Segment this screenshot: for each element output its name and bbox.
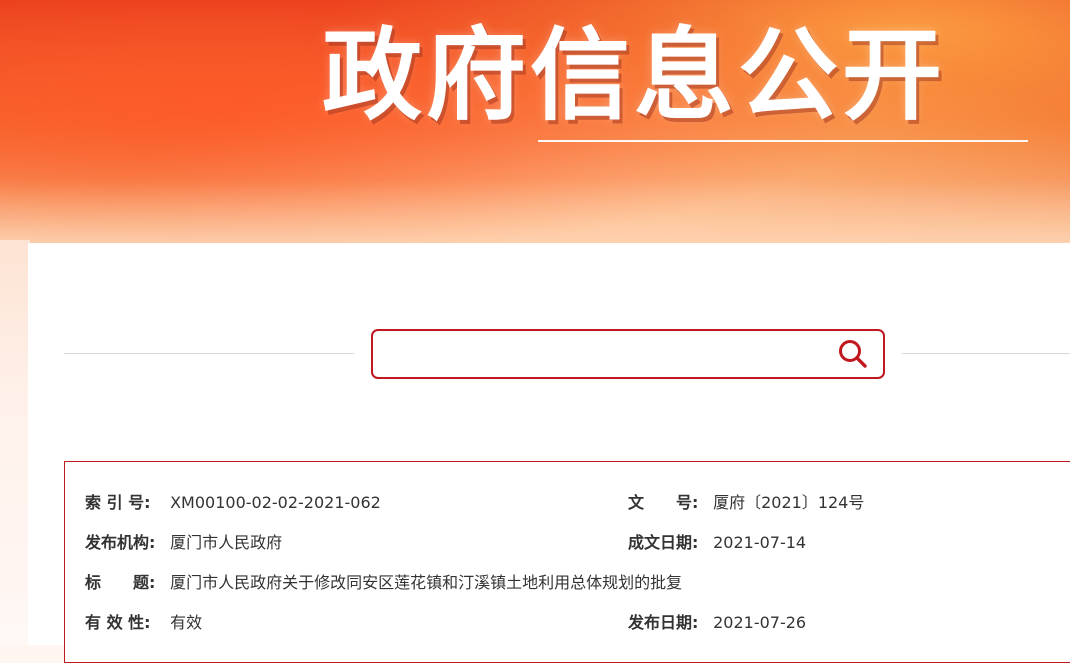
search-divider-left <box>64 353 354 354</box>
info-row-validity: 有 效 性: 有效 <box>85 611 202 635</box>
info-row-publish-date: 发布日期: 2021-07-26 <box>628 611 806 635</box>
publish-date-value: 2021-07-26 <box>713 613 807 632</box>
validity-value: 有效 <box>170 613 203 632</box>
subject-value: 厦门市人民政府关于修改同安区莲花镇和汀溪镇土地利用总体规划的批复 <box>170 573 683 592</box>
issuer-value: 厦门市人民政府 <box>170 533 283 552</box>
index-label: 索 引 号: <box>85 493 151 512</box>
publish-date-label: 发布日期: <box>628 613 699 632</box>
index-value: XM00100-02-02-2021-062 <box>170 493 381 512</box>
search-box <box>371 329 885 379</box>
issuer-label: 发布机构: <box>85 533 156 552</box>
search-button[interactable] <box>833 336 873 372</box>
info-row-issuer: 发布机构: 厦门市人民政府 <box>85 531 282 555</box>
validity-label: 有 效 性: <box>85 613 151 632</box>
subject-label: 标 题: <box>85 573 156 592</box>
doc-no-label: 文 号: <box>628 493 699 512</box>
search-icon <box>839 340 867 368</box>
search-input[interactable] <box>385 337 819 373</box>
doc-no-value: 厦府〔2021〕124号 <box>713 493 865 512</box>
document-info-table: 索 引 号: XM00100-02-02-2021-062 文 号: 厦府〔20… <box>64 461 1070 663</box>
info-row-index: 索 引 号: XM00100-02-02-2021-062 <box>85 491 381 515</box>
written-date-label: 成文日期: <box>628 533 699 552</box>
info-row-doc-no: 文 号: 厦府〔2021〕124号 <box>628 491 864 515</box>
title-underline <box>538 140 1028 142</box>
search-divider-right <box>902 353 1070 354</box>
info-row-written-date: 成文日期: 2021-07-14 <box>628 531 806 555</box>
page-title: 政府信息公开 <box>322 17 946 134</box>
written-date-value: 2021-07-14 <box>713 533 807 552</box>
side-fade <box>0 240 30 645</box>
info-row-subject: 标 题: 厦门市人民政府关于修改同安区莲花镇和汀溪镇土地利用总体规划的批复 <box>85 571 682 595</box>
